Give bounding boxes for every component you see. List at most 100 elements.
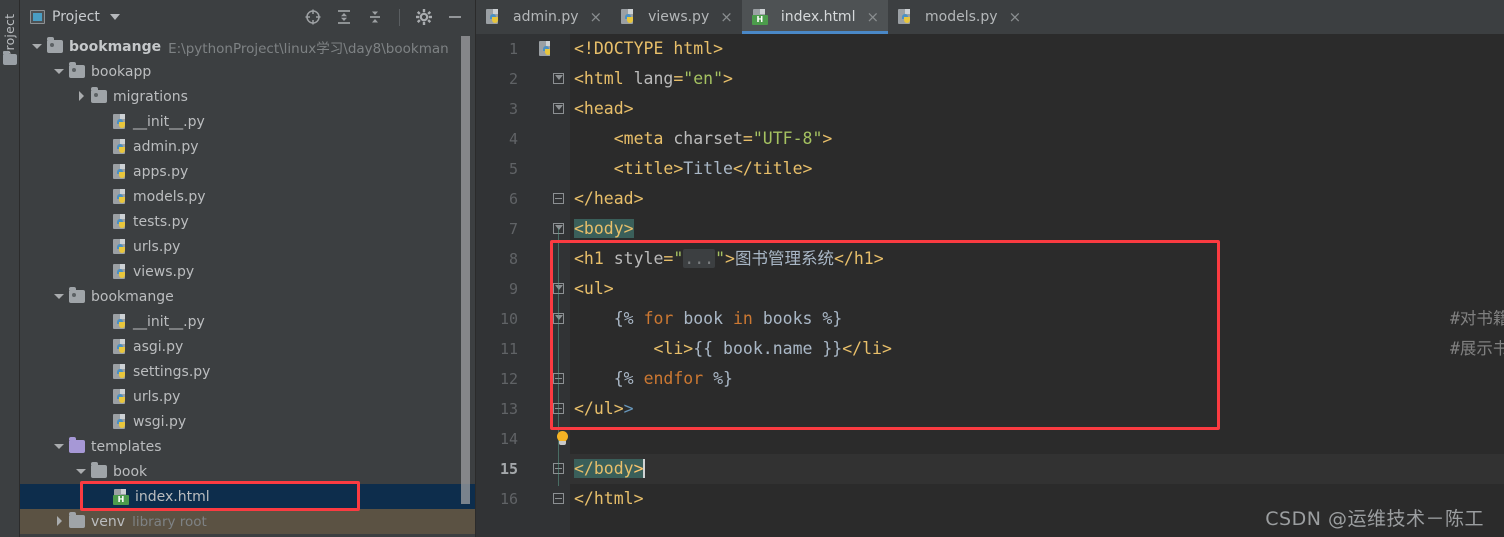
structure-icon[interactable] bbox=[3, 51, 17, 65]
editor-tab-bar[interactable]: admin.py × views.py × Hindex.html × models.py × bbox=[476, 0, 1504, 34]
code-line[interactable]: {% endfor %} bbox=[570, 364, 1504, 394]
code-line[interactable]: <ul> bbox=[570, 274, 1504, 304]
tree-row-templates[interactable]: templates bbox=[20, 434, 476, 459]
code-line[interactable] bbox=[570, 424, 1504, 454]
fold-expanded-icon[interactable] bbox=[553, 223, 566, 236]
tree-row-label: bookapp bbox=[91, 63, 152, 80]
tree-row-tests-py[interactable]: tests.py bbox=[20, 209, 476, 234]
locate-target-icon[interactable] bbox=[304, 8, 322, 26]
tree-row-migrations[interactable]: migrations bbox=[20, 84, 476, 109]
code-line[interactable]: <h1 style="...">图书管理系统</h1> bbox=[570, 244, 1504, 274]
chevron-down-icon[interactable] bbox=[54, 441, 65, 452]
fold-end-icon[interactable] bbox=[553, 193, 566, 206]
folder-icon bbox=[69, 512, 85, 528]
fold-expanded-icon[interactable] bbox=[553, 73, 566, 86]
minimize-icon[interactable] bbox=[446, 8, 464, 26]
tree-row-models-py[interactable]: models.py bbox=[20, 184, 476, 209]
fold-expanded-icon[interactable] bbox=[553, 283, 566, 296]
tree-row-wsgi-py[interactable]: wsgi.py bbox=[20, 409, 476, 434]
chevron-right-icon[interactable] bbox=[54, 516, 65, 527]
editor-tab-models-py[interactable]: models.py × bbox=[888, 0, 1030, 34]
chevron-right-icon[interactable] bbox=[76, 91, 87, 102]
code-line[interactable]: <body> bbox=[570, 214, 1504, 244]
tree-row-label: bookmange bbox=[91, 288, 174, 305]
code-line[interactable]: </body> bbox=[570, 454, 1504, 484]
tree-row-label: settings.py bbox=[133, 363, 211, 380]
python-file-icon bbox=[113, 163, 128, 180]
tree-row-views-py[interactable]: views.py bbox=[20, 259, 476, 284]
code-line[interactable]: {% for book in books %}#对书籍进行遍历 bbox=[570, 304, 1504, 334]
toolbar-divider bbox=[399, 8, 400, 26]
tab-close-icon[interactable]: × bbox=[720, 9, 733, 25]
collapse-all-icon[interactable] bbox=[366, 8, 384, 26]
fold-end-icon[interactable] bbox=[553, 493, 566, 506]
code-line[interactable]: <html lang="en"> bbox=[570, 64, 1504, 94]
tree-row-apps-py[interactable]: apps.py bbox=[20, 159, 476, 184]
project-window-icon bbox=[30, 10, 45, 24]
python-file-icon bbox=[113, 388, 128, 405]
chevron-down-icon[interactable] bbox=[109, 14, 120, 20]
line-number: 3 bbox=[508, 100, 518, 118]
code-line[interactable]: <!DOCTYPE html> bbox=[570, 34, 1504, 64]
tree-row-book[interactable]: book bbox=[20, 459, 476, 484]
code-line[interactable]: <head> bbox=[570, 94, 1504, 124]
chevron-down-icon[interactable] bbox=[54, 66, 65, 77]
project-tool-window-label[interactable]: Project bbox=[2, 0, 17, 58]
tree-row-urls-py[interactable]: urls.py bbox=[20, 234, 476, 259]
line-number: 12 bbox=[499, 370, 518, 388]
python-file-icon bbox=[113, 263, 128, 280]
project-title-group[interactable]: Project bbox=[30, 9, 120, 25]
chevron-down-icon[interactable] bbox=[54, 291, 65, 302]
tree-row-label: bookmange bbox=[69, 38, 162, 55]
fold-expanded-icon[interactable] bbox=[553, 103, 566, 116]
tab-close-icon[interactable]: × bbox=[1009, 9, 1022, 25]
code-comment: #对书籍进行遍历 bbox=[1450, 309, 1504, 328]
tab-close-icon[interactable]: × bbox=[866, 9, 879, 25]
tree-row-admin-py[interactable]: admin.py bbox=[20, 134, 476, 159]
tree-row-bookapp[interactable]: bookapp bbox=[20, 59, 476, 84]
line-number: 9 bbox=[508, 280, 518, 298]
tree-row---init---py[interactable]: __init__.py bbox=[20, 109, 476, 134]
tab-close-icon[interactable]: × bbox=[590, 9, 603, 25]
editor-code-area[interactable]: <!DOCTYPE html> <html lang="en"> <head> <m… bbox=[557, 34, 1504, 537]
editor-tab-views-py[interactable]: views.py × bbox=[611, 0, 742, 34]
gear-icon[interactable] bbox=[415, 8, 433, 26]
tree-row-label: __init__.py bbox=[133, 113, 205, 130]
fold-end-icon[interactable] bbox=[553, 403, 566, 416]
tree-row-bookmange[interactable]: bookmange bbox=[20, 284, 476, 309]
python-file-marker-icon[interactable] bbox=[539, 41, 551, 60]
code-editor: admin.py × views.py × Hindex.html × models.py ×… bbox=[476, 0, 1504, 537]
tree-row-settings-py[interactable]: settings.py bbox=[20, 359, 476, 384]
lightbulb-icon[interactable] bbox=[556, 431, 569, 447]
code-line[interactable]: <li>{{ book.name }}</li>#展示书籍的名字 bbox=[570, 334, 1504, 364]
fold-expanded-icon[interactable] bbox=[553, 313, 566, 326]
tree-row-venv[interactable]: venv library root bbox=[20, 509, 476, 534]
editor-tab-admin-py[interactable]: admin.py × bbox=[476, 0, 611, 34]
tree-row-asgi-py[interactable]: asgi.py bbox=[20, 334, 476, 359]
code-line[interactable]: <meta charset="UTF-8"> bbox=[570, 124, 1504, 154]
python-file-icon bbox=[113, 313, 128, 330]
code-line[interactable]: </ul>> bbox=[570, 394, 1504, 424]
chevron-down-icon[interactable] bbox=[32, 41, 43, 52]
project-panel-scrollbar[interactable] bbox=[461, 36, 470, 504]
tree-row-label: templates bbox=[91, 438, 162, 455]
tree-row-index-html[interactable]: Hindex.html bbox=[20, 484, 476, 509]
fold-end-icon[interactable] bbox=[553, 373, 566, 386]
line-number: 16 bbox=[499, 490, 518, 508]
tree-row-label: admin.py bbox=[133, 138, 199, 155]
tree-row---init---py[interactable]: __init__.py bbox=[20, 309, 476, 334]
tree-row-label: views.py bbox=[133, 263, 195, 280]
expand-all-icon[interactable] bbox=[335, 8, 353, 26]
fold-end-icon[interactable] bbox=[553, 463, 566, 476]
tree-row-urls-py[interactable]: urls.py bbox=[20, 384, 476, 409]
python-file-icon bbox=[621, 9, 636, 25]
editor-fold-column[interactable] bbox=[550, 34, 570, 537]
project-file-tree[interactable]: bookmange E:\pythonProject\linux学习\day8\b… bbox=[20, 34, 476, 537]
code-line[interactable]: </head> bbox=[570, 184, 1504, 214]
tree-row-label: apps.py bbox=[133, 163, 189, 180]
tree-row-bookmange[interactable]: bookmange E:\pythonProject\linux学习\day8\b… bbox=[20, 34, 476, 59]
code-line[interactable]: <title>Title</title> bbox=[570, 154, 1504, 184]
editor-tab-index-html[interactable]: Hindex.html × bbox=[741, 0, 889, 34]
tab-label: models.py bbox=[925, 9, 998, 25]
chevron-down-icon[interactable] bbox=[76, 466, 87, 477]
